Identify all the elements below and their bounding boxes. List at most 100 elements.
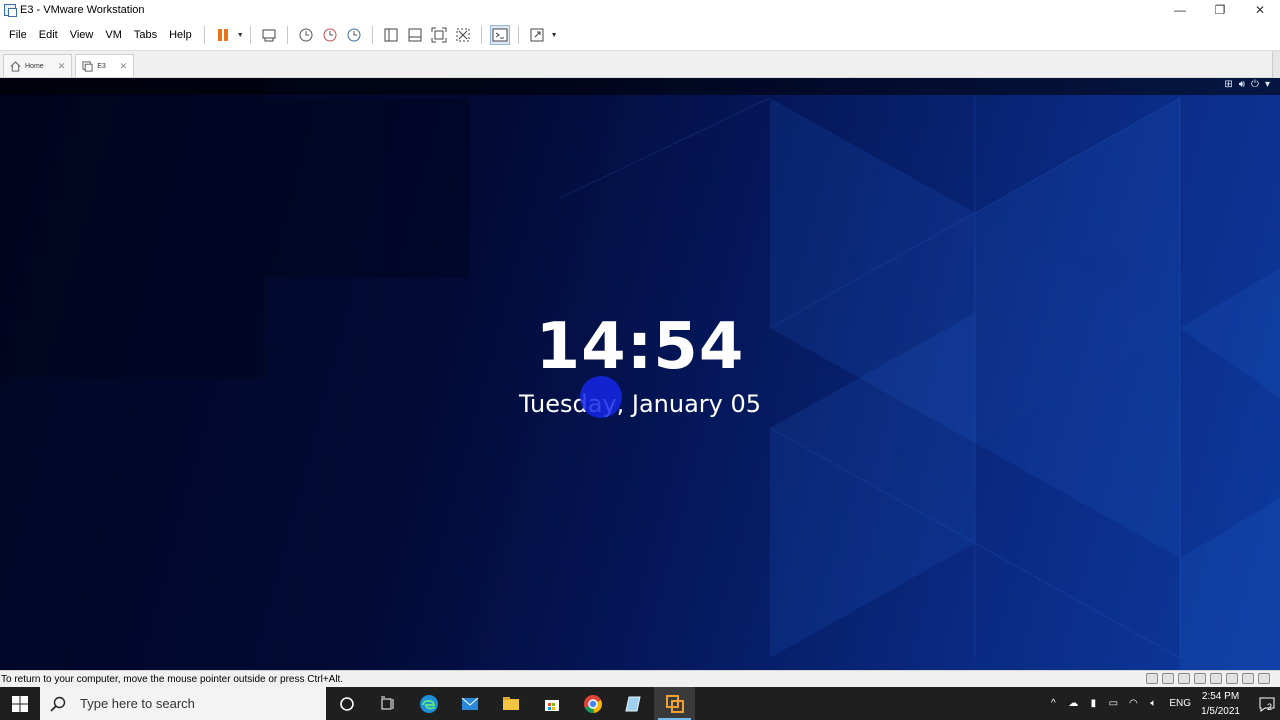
vm-display[interactable]: ⊞ 🔊︎ ⏻ ▾ 14:54 Tuesday, January 05: [0, 78, 1280, 670]
taskbar-store[interactable]: [531, 687, 572, 720]
show-thumbnail-bar-button[interactable]: [405, 25, 425, 45]
cd-dvd-icon[interactable]: [1162, 673, 1174, 684]
taskbar-vmware-workstation[interactable]: [654, 687, 695, 720]
sound-card-icon[interactable]: [1226, 673, 1238, 684]
title-bar: E3 - VMware Workstation — ❐ ✕: [0, 0, 1280, 20]
menu-edit[interactable]: Edit: [33, 29, 64, 41]
task-view-button[interactable]: [367, 687, 408, 720]
input-language[interactable]: ENG: [1169, 698, 1191, 709]
task-view-icon: [380, 696, 393, 709]
action-center-button[interactable]: 2: [1250, 695, 1280, 713]
tab-scroll[interactable]: [1272, 51, 1280, 78]
tray-chevron-up-icon[interactable]: ^: [1043, 698, 1063, 709]
usb-icon[interactable]: [1194, 673, 1206, 684]
taskbar-edge[interactable]: [408, 687, 449, 720]
taskbar-notepad[interactable]: [613, 687, 654, 720]
taskbar-search-box[interactable]: Type here to search: [40, 687, 326, 720]
unity-button[interactable]: [453, 25, 473, 45]
home-icon: [10, 60, 21, 72]
speaker-icon[interactable]: 🔈︎: [1143, 698, 1163, 709]
power-dropdown-chevron-icon[interactable]: ▼: [237, 32, 244, 39]
taskbar-file-explorer[interactable]: [490, 687, 531, 720]
take-snapshot-button[interactable]: [296, 25, 316, 45]
menu-vm[interactable]: VM: [99, 29, 128, 41]
pause-icon: [215, 27, 231, 43]
search-icon: [50, 696, 68, 712]
volume-icon[interactable]: 🔊︎: [1239, 79, 1245, 90]
guest-top-bar: ⊞ 🔊︎ ⏻ ▾: [0, 78, 1280, 95]
microphone-icon[interactable]: ▮: [1083, 698, 1103, 709]
send-ctrl-alt-del-button[interactable]: [259, 25, 279, 45]
taskbar-mail[interactable]: [449, 687, 490, 720]
thumbnail-bar-icon: [408, 28, 422, 42]
close-button[interactable]: ✕: [1240, 0, 1280, 20]
menu-help[interactable]: Help: [163, 29, 198, 41]
store-icon: [544, 699, 559, 711]
network-icon[interactable]: ⊞: [1224, 79, 1232, 90]
full-screen-icon: [431, 27, 447, 43]
cortana-button[interactable]: [326, 687, 367, 720]
taskbar-time: 2:54 PM: [1201, 690, 1240, 702]
revert-snapshot-button[interactable]: [320, 25, 340, 45]
printer-icon[interactable]: [1210, 673, 1222, 684]
hard-disk-icon[interactable]: [1146, 673, 1158, 684]
stretch-guest-button[interactable]: [527, 25, 547, 45]
stretch-icon: [530, 28, 544, 42]
minimize-button[interactable]: —: [1160, 0, 1200, 20]
cortana-icon: [339, 696, 354, 711]
revert-icon: [323, 28, 337, 42]
system-tray: ^ ☁ ▮ ▭ ◠ 🔈︎ ENG 2:54 PM 1/5/2021 2: [1043, 687, 1280, 720]
onedrive-icon[interactable]: ☁: [1063, 698, 1083, 709]
chrome-icon: [583, 694, 602, 713]
windows-taskbar: Type here to search ^ ☁ ▮ ▭ ◠ 🔈︎ ENG 2:5…: [0, 687, 1280, 720]
snapshot-manager-button[interactable]: [344, 25, 364, 45]
taskbar-date: 1/5/2021: [1201, 705, 1240, 717]
menu-tabs[interactable]: Tabs: [128, 29, 163, 41]
start-button[interactable]: [0, 687, 40, 720]
window-title: E3 - VMware Workstation: [20, 4, 145, 16]
console-view-button[interactable]: [489, 25, 510, 45]
windows-logo-icon: [12, 695, 28, 712]
stretch-dropdown-chevron-icon[interactable]: ▼: [551, 32, 558, 39]
message-log-icon[interactable]: [1258, 673, 1270, 684]
vm-icon: [82, 60, 93, 72]
unity-icon: [456, 28, 470, 42]
search-placeholder: Type here to search: [80, 696, 195, 711]
mouse-pointer-highlight: [580, 376, 622, 418]
menu-toolbar: File Edit View VM Tabs Help ▼ ▼: [0, 20, 1280, 50]
taskbar-chrome[interactable]: [572, 687, 613, 720]
lock-screen-time: 14:54: [535, 310, 745, 384]
edge-icon: [419, 694, 438, 713]
power-icon[interactable]: ⏻: [1251, 79, 1259, 90]
menu-file[interactable]: File: [0, 29, 33, 41]
status-message: To return to your computer, move the mou…: [1, 673, 344, 685]
battery-icon[interactable]: ▭: [1103, 698, 1123, 709]
show-library-button[interactable]: [381, 25, 401, 45]
tab-home-close-icon[interactable]: ✕: [58, 61, 66, 72]
full-screen-button[interactable]: [429, 25, 449, 45]
notepad-icon: [624, 696, 641, 711]
pause-vm-button[interactable]: [213, 25, 233, 45]
network-adapter-icon[interactable]: [1178, 673, 1190, 684]
wifi-icon[interactable]: ◠: [1123, 698, 1143, 709]
snapshot-manager-icon: [347, 28, 361, 42]
notification-count: 2: [1266, 701, 1272, 712]
tab-home[interactable]: Home ✕: [3, 54, 73, 77]
status-bar: To return to your computer, move the mou…: [0, 670, 1280, 687]
console-icon: [492, 28, 508, 42]
folder-icon: [502, 696, 519, 710]
tab-e3[interactable]: E3 ✕: [75, 54, 135, 77]
sidebar-icon: [384, 28, 398, 42]
chevron-down-icon[interactable]: ▾: [1265, 79, 1270, 90]
vmware-icon: [665, 694, 684, 713]
menu-view[interactable]: View: [64, 29, 100, 41]
tab-home-label: Home: [25, 62, 44, 70]
snapshot-clock-icon: [299, 28, 313, 42]
tab-e3-close-icon[interactable]: ✕: [120, 61, 128, 72]
restore-button[interactable]: ❐: [1200, 0, 1240, 20]
vm-tabs-bar: Home ✕ E3 ✕: [0, 50, 1280, 78]
display-icon[interactable]: [1242, 673, 1254, 684]
keyboard-icon: [262, 29, 276, 42]
tab-e3-label: E3: [97, 62, 106, 70]
taskbar-clock[interactable]: 2:54 PM 1/5/2021: [1201, 689, 1240, 719]
